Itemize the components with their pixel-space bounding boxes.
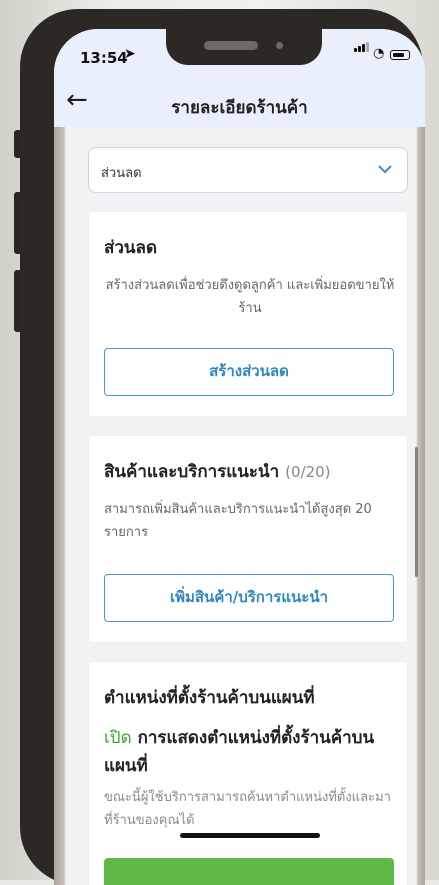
map-card-description: ขณะนี้ผู้ใช้บริการสามารถค้นหาตำแหน่งที่ต… — [104, 790, 391, 828]
wifi-icon: ◔ — [373, 46, 385, 61]
discount-card: ส่วนลด สร้างส่วนลดเพื่อช่วยดึงดูดลูกค้า … — [88, 211, 408, 417]
chevron-down-icon — [378, 165, 392, 174]
home-indicator[interactable] — [180, 833, 320, 838]
scrollbar[interactable] — [415, 447, 418, 577]
map-visibility-status: เปิด — [104, 728, 132, 748]
section-dropdown[interactable]: ส่วนลด — [88, 147, 408, 193]
location-arrow-icon: ➤ — [124, 46, 136, 62]
battery-icon — [390, 50, 410, 60]
page-title: รายละเอียดร้านค้า — [171, 98, 308, 118]
island-speaker — [204, 41, 258, 50]
discount-card-description: สร้างส่วนลดเพื่อช่วยดึงดูดลูกค้า และเพิ่… — [105, 278, 395, 316]
map-visibility-label: การแสดงตำแหน่งที่ตั้งร้านค้าบนแผนที่ — [104, 728, 375, 776]
main-content[interactable]: ส่วนลด ส่วนลด สร้างส่วนลดเพื่อช่วยดึงดูด… — [54, 127, 425, 885]
island-camera — [276, 42, 283, 49]
recommended-card: สินค้าและบริการแนะนำ (0/20) สามารถเพิ่มส… — [88, 435, 408, 643]
create-discount-button[interactable]: สร้างส่วนลด — [104, 348, 394, 396]
map-visibility-setting: เปิด การแสดงตำแหน่งที่ตั้งร้านค้าบนแผนที… — [104, 724, 396, 780]
recommended-card-title-text: สินค้าและบริการแนะนำ — [104, 462, 280, 482]
status-time: 13:54 — [80, 49, 128, 67]
phone-frame: 13:54 ➤ ◔ ← รายละเอียดร้านค้า ส่วนลด ส่ว… — [20, 9, 425, 885]
recommended-card-description: สามารถเพิ่มสินค้าและบริการแนะนำได้สูงสุด… — [104, 502, 372, 540]
status-bar: 13:54 ➤ ◔ — [54, 29, 425, 81]
add-recommended-button[interactable]: เพิ่มสินค้า/บริการแนะนำ — [104, 574, 394, 622]
dynamic-island — [166, 29, 322, 65]
map-card: ตำแหน่งที่ตั้งร้านค้าบนแผนที่ เปิด การแส… — [88, 661, 408, 885]
discount-card-title: ส่วนลด — [104, 238, 158, 258]
recommended-card-title: สินค้าและบริการแนะนำ (0/20) — [104, 458, 331, 485]
section-dropdown-value: ส่วนลด — [101, 166, 142, 181]
phone-screen: 13:54 ➤ ◔ ← รายละเอียดร้านค้า ส่วนลด ส่ว… — [54, 29, 425, 885]
recommended-count: (0/20) — [285, 463, 331, 481]
app-bar: ← รายละเอียดร้านค้า — [54, 81, 425, 127]
map-card-title: ตำแหน่งที่ตั้งร้านค้าบนแผนที่ — [104, 688, 315, 708]
map-action-button[interactable] — [104, 858, 394, 885]
